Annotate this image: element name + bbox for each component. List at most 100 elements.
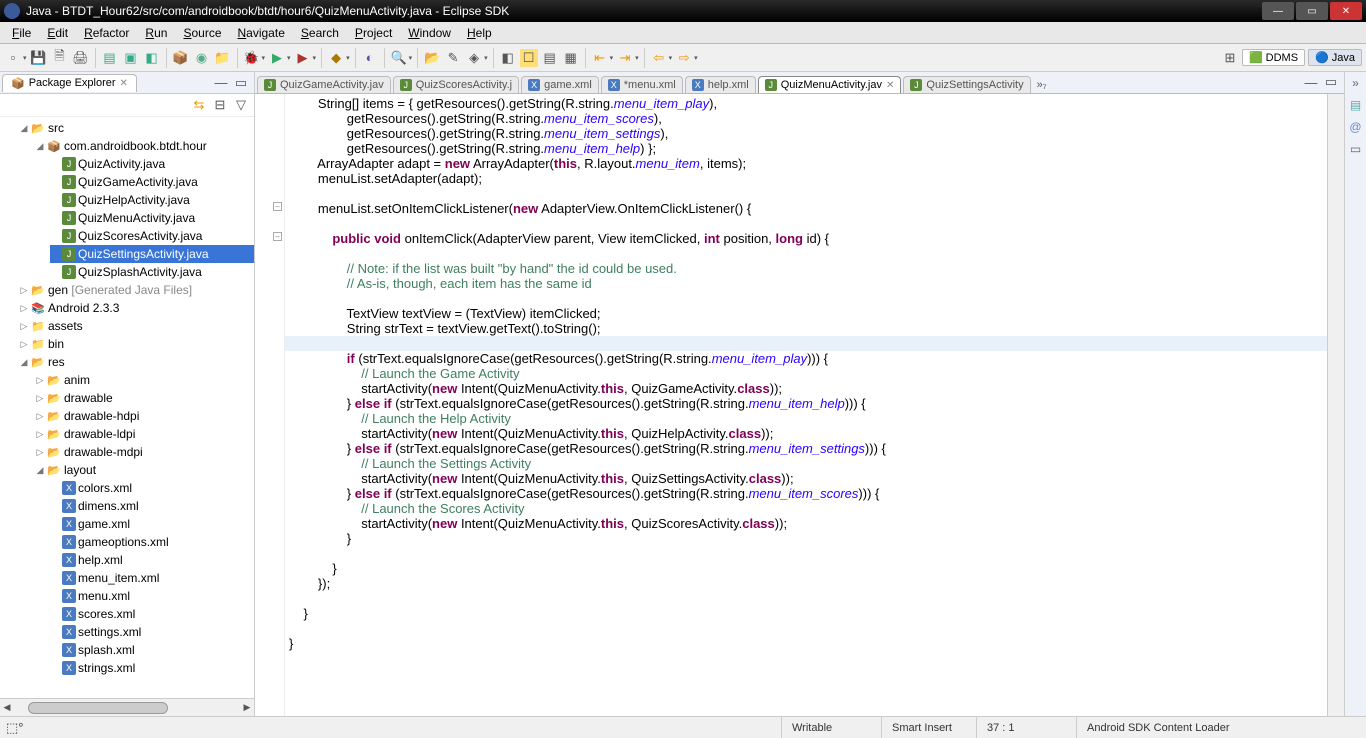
close-icon[interactable]: ✕ — [886, 80, 894, 91]
folder2-icon[interactable]: 📂 — [423, 49, 441, 67]
back-icon[interactable]: ⇦ — [650, 49, 668, 67]
close-button[interactable]: ✕ — [1330, 2, 1362, 20]
next-annot-icon[interactable]: ⇥ — [616, 49, 634, 67]
tree-item[interactable]: ▷gen [Generated Java Files] — [18, 281, 254, 299]
open-type-icon[interactable]: ◐ — [361, 49, 379, 67]
minimize-editor-icon[interactable]: — — [1302, 73, 1320, 91]
highlight-icon[interactable]: ☐ — [520, 49, 538, 67]
editor-tab[interactable]: Xgame.xml — [521, 76, 599, 93]
fwd-icon[interactable]: ⇨ — [675, 49, 693, 67]
tree-item[interactable]: JQuizHelpActivity.java — [50, 191, 254, 209]
maximize-button[interactable]: ▭ — [1296, 2, 1328, 20]
tree-item[interactable]: Xgameoptions.xml — [50, 533, 254, 551]
tree-item[interactable]: Xsettings.xml — [50, 623, 254, 641]
tree-item[interactable]: ◢layout — [34, 461, 254, 479]
tree-item[interactable]: Xsplash.xml — [50, 641, 254, 659]
tree-item[interactable]: JQuizSettingsActivity.java — [50, 245, 254, 263]
block-icon[interactable]: ▤ — [541, 49, 559, 67]
tree-item[interactable]: Xmenu.xml — [50, 587, 254, 605]
tree-item[interactable]: ◢res — [18, 353, 254, 371]
menu-window[interactable]: Window — [400, 26, 459, 40]
editor-tab[interactable]: JQuizSettingsActivity — [903, 76, 1030, 93]
tree-item[interactable]: ▷drawable-hdpi — [34, 407, 254, 425]
tree-item[interactable]: ▷drawable-ldpi — [34, 425, 254, 443]
tree-item[interactable]: Xstrings.xml — [50, 659, 254, 677]
saveall-icon[interactable]: 🗎 — [51, 49, 69, 67]
minimize-button[interactable]: — — [1262, 2, 1294, 20]
run-icon[interactable]: ▶ — [268, 49, 286, 67]
fold-icon[interactable]: – — [273, 232, 282, 241]
tree-item[interactable]: JQuizActivity.java — [50, 155, 254, 173]
tree-item[interactable]: Xmenu_item.xml — [50, 569, 254, 587]
menu-search[interactable]: Search — [293, 26, 347, 40]
editor-tab[interactable]: X*menu.xml — [601, 76, 683, 93]
package-icon[interactable]: 📦 — [172, 49, 190, 67]
menu-file[interactable]: File — [4, 26, 39, 40]
tree-item[interactable]: JQuizMenuActivity.java — [50, 209, 254, 227]
package-explorer-tab[interactable]: 📦 Package Explorer ✕ — [2, 74, 137, 92]
perspective-java[interactable]: 🔵 Java — [1308, 49, 1362, 66]
restore-icon[interactable]: » — [1348, 76, 1364, 92]
help-icon[interactable]: @ — [1348, 120, 1364, 136]
menu-navigate[interactable]: Navigate — [230, 26, 293, 40]
vertical-scrollbar[interactable] — [1327, 94, 1344, 716]
tree-item[interactable]: ▷drawable-mdpi — [34, 443, 254, 461]
android-app-icon[interactable]: ▤ — [101, 49, 119, 67]
new-icon[interactable]: ▫ — [4, 49, 22, 67]
menu-help[interactable]: Help — [459, 26, 500, 40]
outline-icon[interactable]: ▤ — [1348, 98, 1364, 114]
collapse-icon[interactable]: ⇆ — [190, 96, 208, 114]
minimize-view-icon[interactable]: — — [212, 74, 230, 92]
code-editor[interactable]: String[] items = { getResources().getStr… — [285, 94, 1327, 716]
menu-source[interactable]: Source — [175, 26, 229, 40]
editor-tab[interactable]: JQuizScoresActivity.j — [393, 76, 519, 93]
maximize-editor-icon[interactable]: ▭ — [1322, 73, 1340, 91]
back-annot-icon[interactable]: ⇤ — [591, 49, 609, 67]
launch-indicator[interactable]: ⬚° — [0, 718, 29, 738]
link-icon[interactable]: ⊟ — [211, 96, 229, 114]
toggle-icon[interactable]: ◧ — [499, 49, 517, 67]
menu-run[interactable]: Run — [137, 26, 175, 40]
tree-item[interactable]: ▷drawable — [34, 389, 254, 407]
save-icon[interactable]: 💾 — [30, 49, 48, 67]
tree-item[interactable]: ▷bin — [18, 335, 254, 353]
tree-item[interactable]: JQuizScoresActivity.java — [50, 227, 254, 245]
tree-item[interactable]: Xcolors.xml — [50, 479, 254, 497]
tree-item[interactable]: JQuizSplashActivity.java — [50, 263, 254, 281]
close-icon[interactable]: ✕ — [120, 78, 128, 89]
horizontal-scrollbar[interactable]: ◀▶ — [0, 698, 254, 716]
tree-item[interactable]: Xdimens.xml — [50, 497, 254, 515]
fold-icon[interactable]: – — [273, 202, 282, 211]
folder-icon[interactable]: 📁 — [214, 49, 232, 67]
editor-gutter[interactable]: –– — [255, 94, 285, 716]
ws-icon[interactable]: ▦ — [562, 49, 580, 67]
tree-item[interactable]: ▷Android 2.3.3 — [18, 299, 254, 317]
new-package-icon[interactable]: ◆ — [327, 49, 345, 67]
debug-icon[interactable]: 🐞 — [243, 49, 261, 67]
class-icon[interactable]: ◉ — [193, 49, 211, 67]
package-explorer-tree[interactable]: ◢src◢com.androidbook.btdt.hourJQuizActiv… — [0, 117, 254, 698]
tree-item[interactable]: Xgame.xml — [50, 515, 254, 533]
menu-edit[interactable]: Edit — [39, 26, 76, 40]
android-proj-icon[interactable]: ▣ — [122, 49, 140, 67]
tree-item[interactable]: ▷assets — [18, 317, 254, 335]
editor-tab[interactable]: JQuizMenuActivity.jav✕ — [758, 76, 902, 93]
external-icon[interactable]: ▶ — [294, 49, 312, 67]
search-icon[interactable]: 🔍 — [390, 49, 408, 67]
task-icon[interactable]: ✎ — [444, 49, 462, 67]
manifest-icon[interactable]: ◧ — [143, 49, 161, 67]
menu-refactor[interactable]: Refactor — [76, 26, 137, 40]
tree-item[interactable]: ▷anim — [34, 371, 254, 389]
print-icon[interactable]: 🖨 — [72, 49, 90, 67]
menu-icon[interactable]: ▽ — [232, 96, 250, 114]
menu-project[interactable]: Project — [347, 26, 400, 40]
tree-item[interactable]: Xhelp.xml — [50, 551, 254, 569]
tree-item[interactable]: ◢src — [18, 119, 254, 137]
mark-icon[interactable]: ◈ — [465, 49, 483, 67]
editor-tab[interactable]: Xhelp.xml — [685, 76, 756, 93]
more-tabs-icon[interactable]: »₇ — [1033, 77, 1051, 93]
maximize-view-icon[interactable]: ▭ — [232, 74, 250, 92]
tree-item[interactable]: JQuizGameActivity.java — [50, 173, 254, 191]
tree-item[interactable]: ◢com.androidbook.btdt.hour — [34, 137, 254, 155]
editor-tab[interactable]: JQuizGameActivity.jav — [257, 76, 391, 93]
